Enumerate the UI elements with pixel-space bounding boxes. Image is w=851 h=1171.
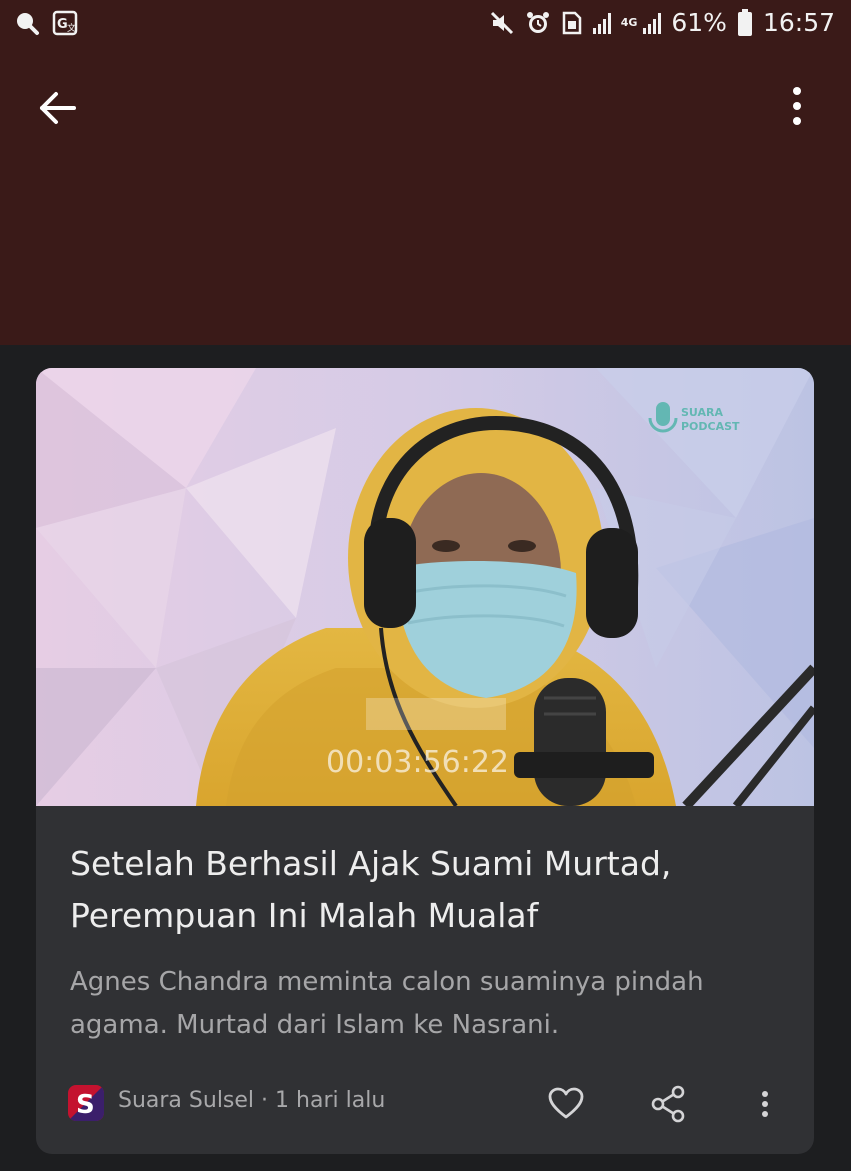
svg-text:PODCAST: PODCAST <box>681 420 740 433</box>
source-separator: · <box>261 1088 269 1113</box>
share-button[interactable] <box>648 1084 688 1124</box>
source-logo: S <box>68 1085 104 1121</box>
svg-text:00:03:56:22: 00:03:56:22 <box>326 745 509 780</box>
time-ago: 1 hari lalu <box>275 1088 386 1113</box>
battery-percent: 61% <box>671 8 727 37</box>
search-icon <box>17 13 39 35</box>
article-headline[interactable]: Setelah Berhasil Ajak Suami Murtad, Pere… <box>70 838 790 942</box>
article-thumbnail[interactable]: SUARA PODCAST 00:03:56:22 <box>36 368 814 806</box>
svg-text:文: 文 <box>67 22 76 34</box>
signal-icon <box>592 12 611 34</box>
network-type: 4G <box>620 15 638 29</box>
alarm-icon <box>526 11 549 33</box>
svg-text:S: S <box>76 1090 95 1120</box>
like-button[interactable] <box>546 1084 586 1124</box>
status-right: 4G 61% 16:57 <box>489 8 835 37</box>
sim-icon <box>562 11 581 34</box>
news-card[interactable]: SUARA PODCAST 00:03:56:22 Setelah Berhas… <box>36 368 814 1154</box>
status-bar: G 文 4G 61% 16:57 <box>0 0 851 50</box>
svg-text:SUARA: SUARA <box>681 406 723 419</box>
heart-icon <box>548 1087 584 1119</box>
arrow-left-icon <box>40 92 76 124</box>
overflow-menu-button[interactable] <box>780 84 814 130</box>
card-more-button[interactable] <box>750 1084 780 1124</box>
signal-icon-2 <box>643 12 662 34</box>
share-icon <box>651 1085 685 1123</box>
battery-icon <box>737 8 752 36</box>
status-left: G 文 <box>14 10 78 36</box>
app-header-area <box>0 0 851 345</box>
source-name[interactable]: Suara Sulsel <box>118 1088 254 1113</box>
article-snippet: Agnes Chandra meminta calon suaminya pin… <box>70 967 704 1040</box>
more-vert-icon <box>762 1091 768 1117</box>
source-line: Suara Sulsel · 1 hari lalu <box>118 1088 385 1113</box>
mute-icon <box>490 11 513 34</box>
translate-icon: G 文 <box>52 10 78 36</box>
back-button[interactable] <box>36 86 80 130</box>
more-vert-icon <box>793 87 801 125</box>
clock: 16:57 <box>762 8 835 37</box>
